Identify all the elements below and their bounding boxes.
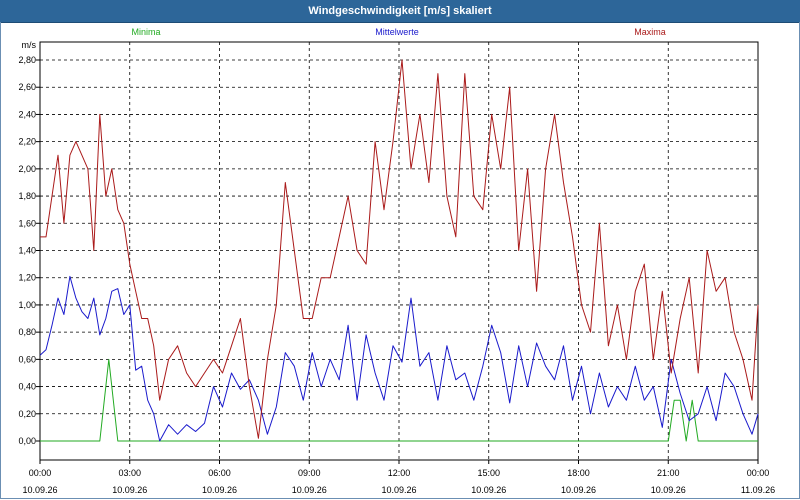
y-tick-label: 2,60 (18, 82, 36, 92)
x-tick-time-label: 00:00 (747, 468, 770, 478)
line-chart: 0,00 0,20 0,40 0,60 0,80 1,00 1,20 1,40 1,60 1,80… (18, 27, 775, 495)
legend-maxima: Maxima (634, 27, 666, 37)
x-tick-time-label: 03:00 (118, 468, 141, 478)
legend-mittelwerte: Mittelwerte (375, 27, 419, 37)
y-tick-label: 0,80 (18, 327, 36, 337)
x-tick-date-label: 10.09.26 (202, 485, 237, 495)
y-tick-label: 0,20 (18, 409, 36, 419)
x-tick-date-label: 10.09.26 (381, 485, 416, 495)
y-tick-label: 0,60 (18, 354, 36, 364)
y-tick-label: 0,40 (18, 382, 36, 392)
x-tick-time-label: 21:00 (657, 468, 680, 478)
y-tick-label: 1,00 (18, 300, 36, 310)
x-tick-time-label: 00:00 (29, 468, 52, 478)
x-tick-date-label: 10.09.26 (471, 485, 506, 495)
x-tick-date-label: 10.09.26 (292, 485, 327, 495)
y-tick-label: 1,80 (18, 191, 36, 201)
y-axis-label: m/s (22, 40, 37, 50)
y-tick-label: 0,00 (18, 436, 36, 446)
y-tick-label: 1,60 (18, 218, 36, 228)
x-tick-date-label: 10.09.26 (22, 485, 57, 495)
x-tick-date-label: 10.09.26 (651, 485, 686, 495)
y-tick-label: 2,20 (18, 137, 36, 147)
x-tick-time-label: 09:00 (298, 468, 321, 478)
x-tick-date-label: 11.09.26 (741, 485, 775, 495)
y-tick-label: 1,20 (18, 273, 36, 283)
x-tick-time-label: 06:00 (208, 468, 231, 478)
x-tick-time-label: 15:00 (477, 468, 500, 478)
y-tick-label: 1,40 (18, 246, 36, 256)
y-tick-label: 2,00 (18, 164, 36, 174)
y-tick-label: 2,40 (18, 109, 36, 119)
legend-minima: Minima (131, 27, 160, 37)
x-tick-date-label: 10.09.26 (561, 485, 596, 495)
x-tick-time-label: 18:00 (567, 468, 590, 478)
y-tick-label: 2,80 (18, 55, 36, 65)
x-tick-date-label: 10.09.26 (112, 485, 147, 495)
x-tick-time-label: 12:00 (388, 468, 411, 478)
